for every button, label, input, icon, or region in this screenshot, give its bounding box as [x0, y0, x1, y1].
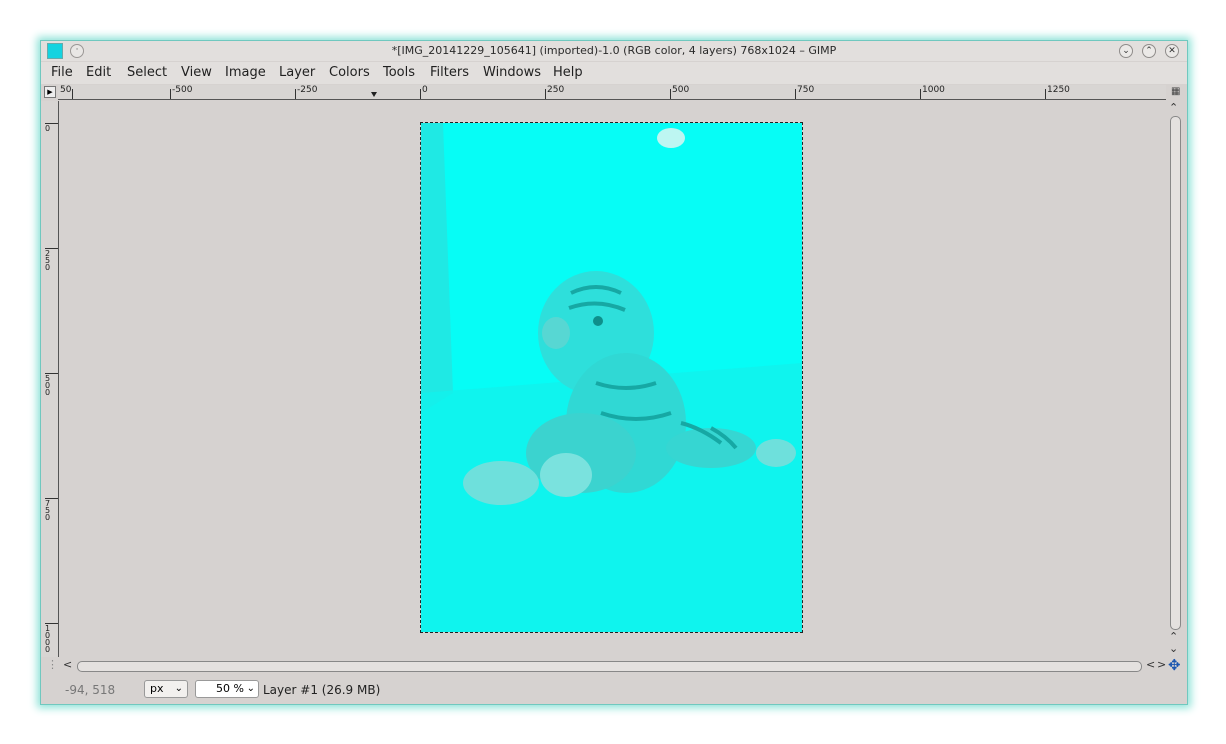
ruler-label: 500: [672, 85, 690, 95]
ruler-label: 500: [45, 374, 51, 397]
minimize-button[interactable]: ⌄: [1119, 44, 1133, 58]
scroll-left-icon[interactable]: <: [1146, 658, 1155, 671]
ruler-tick: [420, 89, 421, 99]
zoom-value: 50 %: [216, 682, 244, 695]
ruler-tick: [170, 89, 171, 99]
menu-edit[interactable]: Edit: [86, 65, 111, 80]
menu-filters[interactable]: Filters: [430, 65, 469, 80]
title-bar[interactable]: · *[IMG_20141229_105641] (imported)-1.0 …: [41, 41, 1187, 61]
menu-tools[interactable]: Tools: [383, 65, 415, 80]
layer-info: Layer #1 (26.9 MB): [263, 683, 381, 697]
chevron-down-icon: ⌄: [246, 683, 255, 694]
scroll-right-icon[interactable]: >: [1157, 658, 1166, 671]
ruler-label: 0: [422, 85, 428, 95]
window-title: *[IMG_20141229_105641] (imported)-1.0 (R…: [391, 44, 837, 57]
tiger-plush-photo: [421, 123, 802, 632]
ruler-tick: [1045, 89, 1046, 99]
pointer-marker-icon: [371, 92, 377, 97]
ruler-tick: [920, 89, 921, 99]
menu-view[interactable]: View: [181, 65, 212, 80]
vertical-ruler[interactable]: 0 250 500 750 1000: [41, 101, 59, 657]
ruler-label: 250: [547, 85, 565, 95]
ruler-label: 0: [45, 124, 51, 133]
ruler-tick: [545, 89, 546, 99]
ruler-label: -250: [297, 85, 318, 95]
unit-value: px: [150, 682, 164, 695]
ruler-tick: [670, 89, 671, 99]
ruler-label: 1250: [1047, 85, 1070, 95]
menu-layer[interactable]: Layer: [279, 65, 315, 80]
ruler-label: -500: [172, 85, 193, 95]
horizontal-ruler[interactable]: 50 -500 -250 0 250 500 750 1000 1250: [58, 85, 1166, 100]
ruler-tick: [795, 89, 796, 99]
close-button[interactable]: ✕: [1165, 44, 1179, 58]
menu-windows[interactable]: Windows: [483, 65, 541, 80]
ruler-label: 50: [60, 85, 72, 95]
status-bar: -94, 518 px ⌄ 50 % ⌄ Layer #1 (26.9 MB): [41, 677, 1187, 704]
navigate-icon[interactable]: ✥: [1168, 656, 1181, 674]
vertical-scroll-thumb[interactable]: [1170, 116, 1181, 630]
pointer-coordinates: -94, 518: [65, 683, 116, 697]
ruler-label: 750: [797, 85, 815, 95]
ruler-label: 1000: [45, 624, 51, 654]
ruler-tick: [295, 89, 296, 99]
menu-colors[interactable]: Colors: [329, 65, 370, 80]
ruler-label: 750: [45, 499, 51, 522]
image-canvas[interactable]: [420, 122, 803, 633]
zoom-navigate-icon[interactable]: ▦: [1171, 86, 1183, 98]
selection-icon[interactable]: ⋮: [47, 658, 58, 671]
canvas-area[interactable]: [59, 101, 1167, 657]
menu-file[interactable]: File: [51, 65, 73, 80]
horizontal-scroll-thumb[interactable]: [77, 661, 1142, 672]
scroll-down-icon[interactable]: ⌄: [1169, 642, 1178, 655]
maximize-button[interactable]: ⌃: [1142, 44, 1156, 58]
horizontal-scrollbar[interactable]: ⋮ < < > ✥: [41, 656, 1187, 676]
vertical-scrollbar[interactable]: ⌃ ⌃ ⌄: [1167, 101, 1185, 657]
menu-select[interactable]: Select: [127, 65, 167, 80]
ruler-label: 250: [45, 249, 51, 272]
ruler-label: 1000: [922, 85, 945, 95]
unit-select[interactable]: px ⌄: [144, 680, 188, 698]
scroll-left-icon[interactable]: <: [63, 658, 72, 671]
scroll-up-icon[interactable]: ⌃: [1169, 101, 1178, 114]
chevron-down-icon: ⌄: [174, 683, 183, 694]
quick-mask-toggle[interactable]: ▶: [44, 86, 56, 98]
menu-bar: File Edit Select View Image Layer Colors…: [41, 62, 1187, 84]
zoom-select[interactable]: 50 % ⌄: [195, 680, 259, 698]
ruler-tick: [72, 89, 73, 99]
menu-image[interactable]: Image: [225, 65, 266, 80]
menu-help[interactable]: Help: [553, 65, 583, 80]
gimp-window: · *[IMG_20141229_105641] (imported)-1.0 …: [40, 40, 1188, 705]
